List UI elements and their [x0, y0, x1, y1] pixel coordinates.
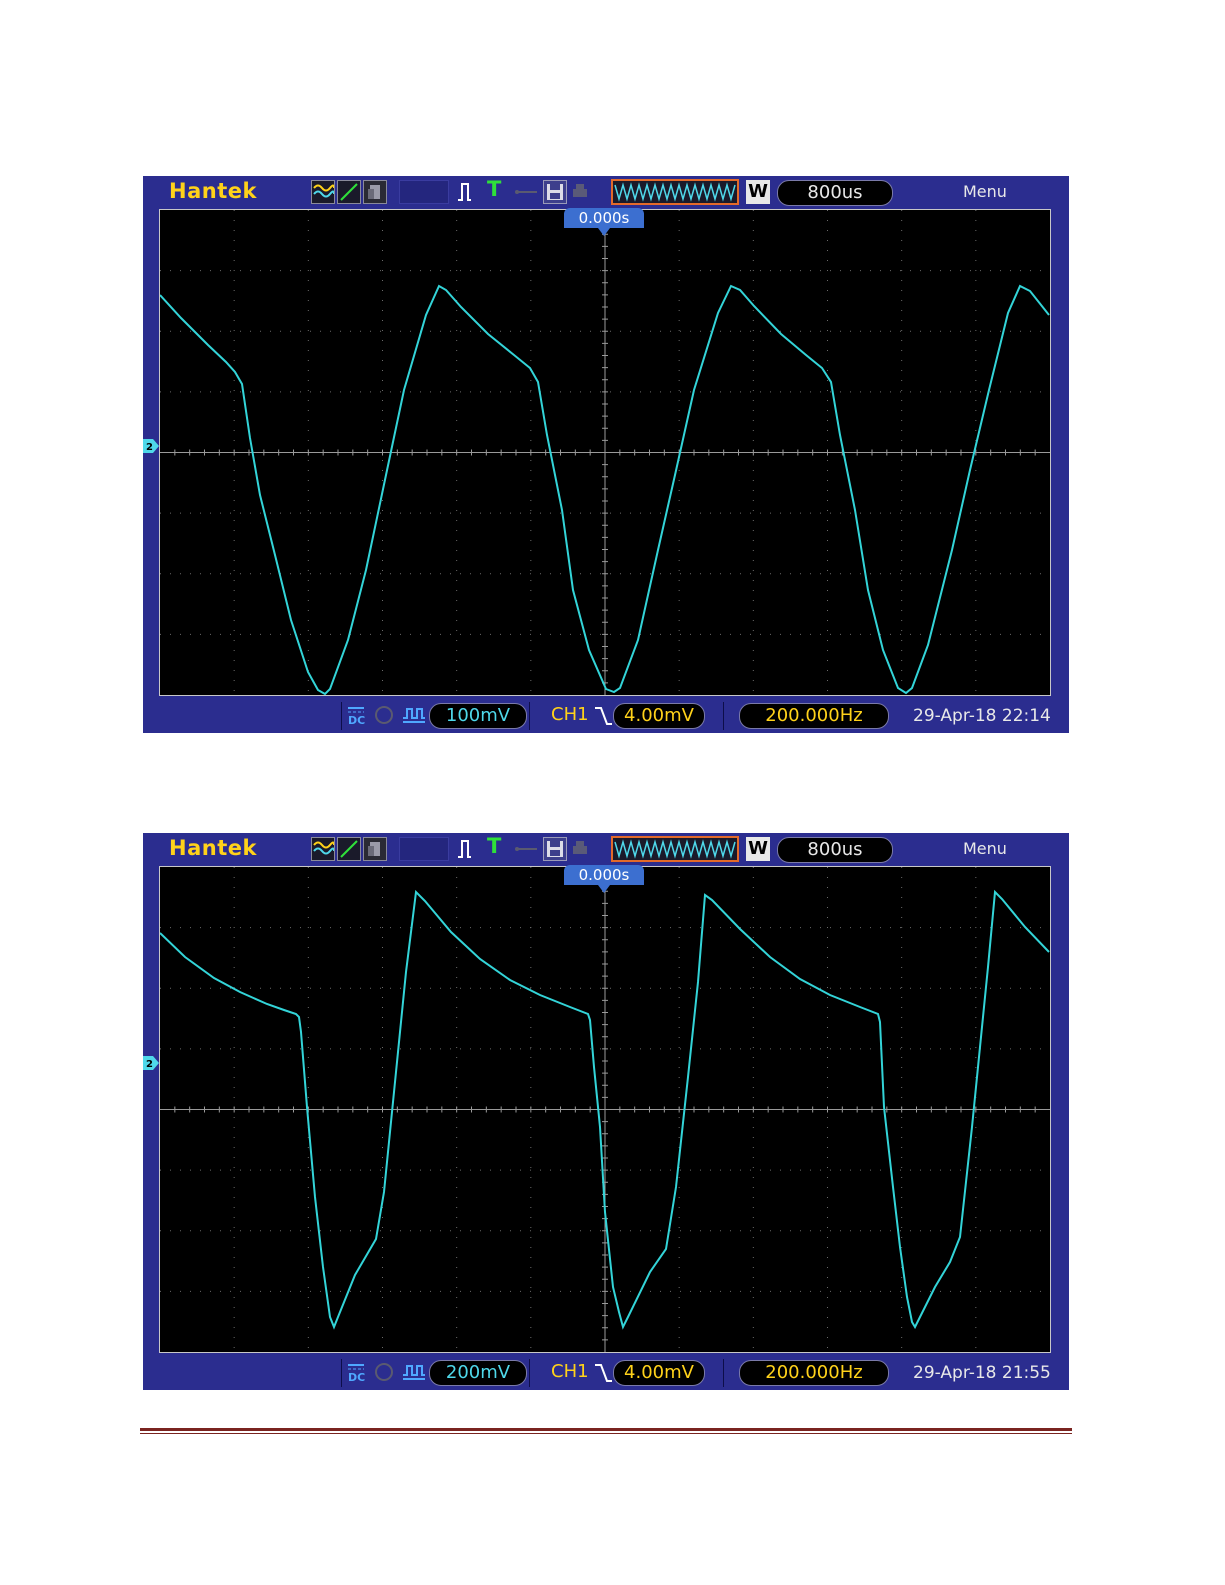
trigger-level-display[interactable]: 4.00mV	[613, 703, 705, 729]
menu-button[interactable]: Menu	[963, 839, 1007, 858]
channel-trace	[160, 284, 1050, 695]
math-wave-icon[interactable]	[311, 180, 335, 204]
bottom-status-bar: DC 200mV CH1 4.00mV 200.000Hz 29-Apr-18 …	[143, 1355, 1069, 1390]
top-toolbar: Hantek T W 800us Menu	[143, 176, 1069, 209]
cursor-icon[interactable]	[337, 837, 361, 861]
printer-icon[interactable]	[569, 837, 593, 861]
timebase-display[interactable]: 800us	[777, 837, 893, 863]
footer-rule	[140, 1428, 1072, 1431]
brand-logo: Hantek	[169, 179, 257, 203]
waveform-memory-icon[interactable]	[611, 179, 739, 205]
pulse-icon[interactable]	[457, 837, 477, 861]
trigger-t-icon[interactable]: T	[487, 834, 505, 858]
oscilloscope-screenshot-1: Hantek T W 800us Menu 0.000s 2 DC 100mV …	[143, 176, 1069, 733]
status-blank-box	[399, 180, 449, 204]
printer-icon[interactable]	[569, 180, 593, 204]
svg-text:DC: DC	[348, 1371, 365, 1383]
waveform-display	[159, 209, 1051, 696]
bandwidth-limit-icon[interactable]	[401, 1361, 427, 1383]
invert-icon[interactable]	[373, 704, 395, 726]
datetime-display: 29-Apr-18 21:55	[913, 1363, 1051, 1383]
reference-icon[interactable]	[363, 180, 387, 204]
waveform-trace	[160, 284, 1050, 695]
frequency-display: 200.000Hz	[739, 703, 889, 729]
divider	[723, 1359, 724, 1387]
waveform-memory-icon[interactable]	[611, 836, 739, 862]
trigger-position-arrow-icon	[598, 228, 610, 236]
svg-text:DC: DC	[348, 714, 365, 726]
bottom-status-bar: DC 100mV CH1 4.00mV 200.000Hz 29-Apr-18 …	[143, 698, 1069, 733]
brand-logo: Hantek	[169, 836, 257, 860]
divider	[529, 1359, 530, 1387]
divider	[529, 702, 530, 730]
channel-2-marker[interactable]: 2	[143, 1055, 159, 1070]
usb-icon	[513, 180, 541, 204]
divider	[723, 702, 724, 730]
divider	[341, 1359, 342, 1387]
volts-per-div-display[interactable]: 200mV	[429, 1360, 527, 1386]
reference-icon[interactable]	[363, 837, 387, 861]
trigger-position-arrow-icon	[598, 885, 610, 893]
trigger-position-indicator[interactable]: 0.000s	[564, 865, 644, 885]
cursor-icon[interactable]	[337, 180, 361, 204]
trigger-level-display[interactable]: 4.00mV	[613, 1360, 705, 1386]
pulse-icon[interactable]	[457, 180, 477, 204]
datetime-display: 29-Apr-18 22:14	[913, 706, 1051, 726]
window-w-icon[interactable]: W	[746, 180, 770, 204]
top-toolbar: Hantek T W 800us Menu	[143, 833, 1069, 866]
volts-per-div-display[interactable]: 100mV	[429, 703, 527, 729]
footer-rule-thin	[140, 1433, 1072, 1434]
math-wave-icon[interactable]	[311, 837, 335, 861]
falling-edge-icon[interactable]	[593, 704, 613, 728]
bandwidth-limit-icon[interactable]	[401, 704, 427, 726]
waveform-display	[159, 866, 1051, 1353]
svg-text:2: 2	[146, 442, 153, 453]
waveform-trace	[160, 889, 1050, 1330]
timebase-display[interactable]: 800us	[777, 180, 893, 206]
menu-button[interactable]: Menu	[963, 182, 1007, 201]
falling-edge-icon[interactable]	[593, 1361, 613, 1385]
dc-coupling-icon[interactable]: DC	[345, 704, 367, 727]
channel-2-marker[interactable]: 2	[143, 438, 159, 453]
window-w-icon[interactable]: W	[746, 837, 770, 861]
trigger-t-icon[interactable]: T	[487, 177, 505, 201]
frequency-display: 200.000Hz	[739, 1360, 889, 1386]
invert-icon[interactable]	[373, 1361, 395, 1383]
save-disk-icon[interactable]	[543, 180, 567, 204]
trigger-position-indicator[interactable]: 0.000s	[564, 208, 644, 228]
svg-text:2: 2	[146, 1059, 153, 1070]
divider	[341, 702, 342, 730]
channel-trace	[160, 889, 1050, 1330]
status-blank-box	[399, 837, 449, 861]
trigger-source-label[interactable]: CH1	[551, 704, 589, 725]
trigger-source-label[interactable]: CH1	[551, 1361, 589, 1382]
oscilloscope-screenshot-2: Hantek T W 800us Menu 0.000s 2 DC 200mV …	[143, 833, 1069, 1390]
save-disk-icon[interactable]	[543, 837, 567, 861]
dc-coupling-icon[interactable]: DC	[345, 1361, 367, 1384]
usb-icon	[513, 837, 541, 861]
